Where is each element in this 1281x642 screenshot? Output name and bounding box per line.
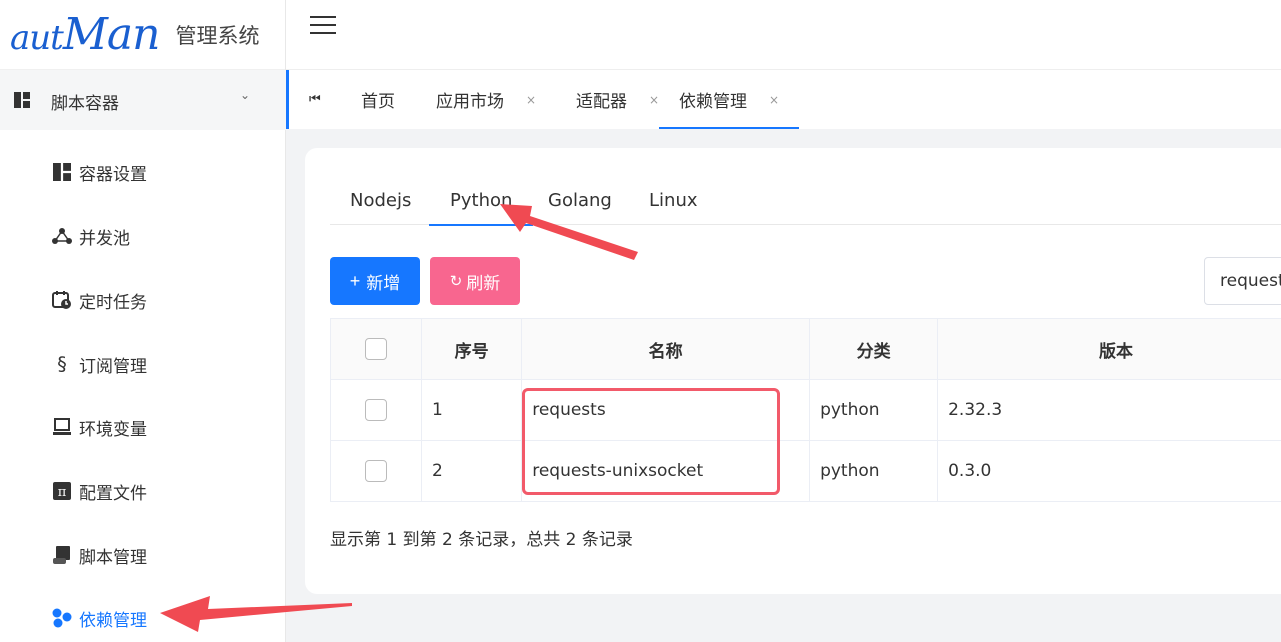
menu-toggle-icon[interactable] [310, 16, 336, 36]
close-icon[interactable]: × [526, 93, 536, 107]
subtab-linux[interactable]: Linux [649, 190, 698, 211]
sidebar-item-label: 并发池 [79, 228, 130, 249]
refresh-button-label: 刷新 [466, 273, 501, 293]
logo-wordmark: autMan [10, 9, 160, 60]
add-button-label: 新增 [366, 273, 401, 293]
language-tabs: Nodejs Python Golang Linux [330, 178, 1281, 226]
col-header-name: 名称 [521, 318, 811, 380]
select-all-checkbox[interactable] [364, 338, 387, 360]
sidebar-item-dependency-management[interactable]: 依赖管理 [52, 603, 147, 633]
svg-text:π: π [58, 485, 67, 500]
pagination-summary: 显示第 1 到第 2 条记录，总共 2 条记录 [330, 530, 633, 550]
skip-back-icon[interactable]: ⏮ [309, 70, 321, 129]
select-all-cell [330, 318, 422, 380]
sidebar-item-label: 配置文件 [79, 483, 147, 504]
tab-label: 适配器 [576, 92, 627, 112]
sidebar: autMan 管理系统 脚本容器 ⌄ 容器设置 并发池 定时任务 § 订阅管理 … [0, 0, 286, 642]
cell-category: python [809, 379, 939, 441]
refresh-icon: ↻ [449, 273, 463, 290]
chevron-down-icon: ⌄ [240, 88, 251, 102]
sidebar-item-label: 依赖管理 [79, 610, 147, 631]
subtab-python[interactable]: Python [428, 190, 534, 226]
row-checkbox[interactable] [364, 399, 387, 421]
cell-name: requests [521, 379, 811, 441]
col-header-version: 版本 [937, 318, 1281, 380]
sidebar-item-label: 脚本管理 [79, 547, 147, 568]
sidebar-item-config-files[interactable]: π 配置文件 [52, 476, 147, 506]
subtab-golang[interactable]: Golang [548, 190, 612, 211]
tab-label: 首页 [361, 92, 395, 112]
subtab-nodejs[interactable]: Nodejs [350, 190, 411, 211]
table-header-row: 序号 名称 分类 版本 [330, 318, 1281, 380]
cell-version: 2.32.3 [937, 379, 1281, 441]
table-row[interactable]: 1 requests python 2.32.3 [330, 379, 1281, 441]
col-header-category: 分类 [809, 318, 939, 380]
cubes-icon [52, 608, 72, 628]
tab-app-market[interactable]: 应用市场 × [436, 70, 536, 129]
row-select-cell [330, 379, 422, 441]
tab-adapter[interactable]: 适配器 × [576, 70, 659, 129]
add-button[interactable]: + 新增 [330, 257, 420, 305]
calendar-clock-icon [52, 290, 72, 310]
cell-index: 1 [420, 379, 523, 441]
tab-dependency-management[interactable]: 依赖管理 × [659, 70, 800, 129]
tab-home[interactable]: 首页 [361, 70, 395, 129]
scroll-icon [52, 545, 72, 565]
cell-name: requests-unixsocket [521, 440, 811, 502]
row-checkbox[interactable] [364, 460, 387, 482]
sidebar-group-label: 脚本容器 [51, 94, 119, 114]
sidebar-item-concurrency-pool[interactable]: 并发池 [52, 221, 130, 251]
system-name: 管理系统 [175, 23, 260, 48]
close-icon[interactable]: × [769, 93, 779, 107]
row-select-cell [330, 440, 422, 502]
sidebar-item-scheduled-tasks[interactable]: 定时任务 [52, 285, 147, 315]
network-icon [52, 226, 72, 246]
dependency-table: 序号 名称 分类 版本 1 requests python 2.32.3 2 r… [330, 318, 1281, 502]
sidebar-item-label: 订阅管理 [79, 356, 147, 377]
tabs-bar: ⏮ 首页 应用市场 × 适配器 × 依赖管理 × [286, 70, 1281, 129]
close-icon[interactable]: × [649, 93, 659, 107]
sidebar-item-label: 环境变量 [79, 419, 147, 440]
refresh-button[interactable]: ↻ 刷新 [430, 257, 520, 305]
col-header-index: 序号 [420, 318, 523, 380]
sidebar-item-label: 定时任务 [79, 292, 147, 313]
sidebar-item-env-vars[interactable]: 环境变量 [52, 412, 147, 442]
logo: autMan 管理系统 [0, 0, 285, 70]
sidebar-item-script-management[interactable]: 脚本管理 [52, 540, 147, 570]
plus-icon: + [349, 270, 361, 291]
content-card: Nodejs Python Golang Linux + 新增 ↻ 刷新 req… [305, 148, 1281, 594]
sidebar-item-container-settings[interactable]: 容器设置 [52, 157, 147, 187]
cell-version: 0.3.0 [937, 440, 1281, 502]
tab-label: 依赖管理 [679, 92, 747, 112]
dashboard-icon [14, 92, 30, 108]
tab-label: 应用市场 [436, 92, 504, 112]
table-row[interactable]: 2 requests-unixsocket python 0.3.0 [330, 440, 1281, 502]
sidebar-item-label: 容器设置 [79, 164, 147, 185]
top-bar [286, 0, 1281, 70]
sidebar-item-subscriptions[interactable]: § 订阅管理 [52, 349, 147, 379]
monitor-icon [52, 417, 72, 437]
layout-icon [52, 162, 72, 182]
section-icon: § [57, 353, 67, 375]
search-input[interactable]: requests [1204, 257, 1281, 305]
pi-icon: π [52, 481, 72, 501]
cell-index: 2 [420, 440, 523, 502]
cell-category: python [809, 440, 939, 502]
sidebar-group-script-container[interactable]: 脚本容器 ⌄ [0, 70, 286, 130]
